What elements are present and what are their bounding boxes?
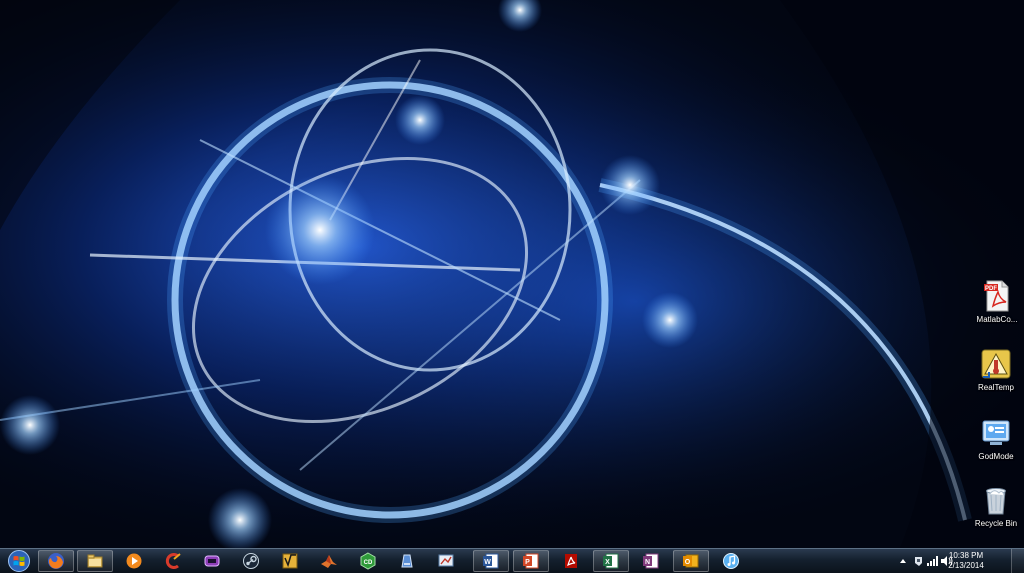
clock-time: 10:38 PM: [948, 551, 984, 560]
taskbar-app-game-controller[interactable]: [194, 550, 230, 572]
taskbar-app-onenote[interactable]: N: [633, 550, 669, 572]
mathcad-icon: [282, 553, 298, 569]
desktop-icon-label: RealTemp: [977, 383, 1014, 392]
desktop-icon-label: Recycle Bin: [974, 519, 1018, 528]
desktop-icon-label: GodMode: [978, 452, 1014, 461]
system-tray: 10:38 PM 2/13/2014: [894, 549, 1024, 573]
tray-action-center[interactable]: [912, 553, 926, 569]
desktop-icon-godmode[interactable]: GodMode: [961, 417, 1024, 461]
svg-text:P: P: [525, 559, 530, 566]
action-center-icon: [915, 557, 922, 566]
taskbar-app-outlook[interactable]: O: [673, 550, 709, 572]
firefox-icon: [48, 553, 64, 569]
itunes-icon: [723, 553, 739, 569]
word-icon: W: [483, 553, 499, 569]
taskbar-app-steam[interactable]: [233, 550, 269, 572]
presentation-app-icon: [438, 554, 454, 567]
taskbar: CD W P X N O 10:38 PM 2/13/2014: [0, 548, 1024, 573]
show-hidden-icons-arrow-icon: [900, 559, 906, 563]
taskbar-app-presentation[interactable]: [428, 550, 464, 572]
taskbar-app-firefox[interactable]: [38, 550, 74, 572]
show-desktop-button[interactable]: [1011, 549, 1024, 573]
desktop-icon-realtemp[interactable]: RealTemp: [961, 348, 1024, 392]
taskbar-clock[interactable]: 10:38 PM 2/13/2014: [938, 551, 994, 571]
taskbar-app-media-player[interactable]: [116, 550, 152, 572]
taskbar-app-itunes[interactable]: [713, 550, 749, 572]
show-hidden-icons-button[interactable]: [896, 553, 910, 569]
steam-icon: [243, 553, 259, 569]
svg-text:N: N: [645, 559, 650, 566]
taskbar-app-acrobat[interactable]: [553, 550, 589, 572]
taskbar-app-word[interactable]: W: [473, 550, 509, 572]
ccleaner-icon: [165, 553, 181, 569]
taskbar-app-matlab[interactable]: [311, 550, 347, 572]
acrobat-icon: [565, 554, 577, 568]
desktop-wallpaper: [0, 0, 1024, 548]
file-explorer-icon: [87, 554, 103, 568]
realtemp-icon: [981, 349, 1011, 379]
taskbar-app-excel[interactable]: X: [593, 550, 629, 572]
desktop-icon-recycle-bin[interactable]: Recycle Bin: [961, 484, 1024, 528]
outlook-icon: O: [683, 554, 699, 568]
svg-text:X: X: [605, 559, 610, 566]
desktop-icon-label: MatlabCo...: [976, 315, 1018, 324]
taskbar-app-file-explorer[interactable]: [77, 550, 113, 572]
recycle-bin-icon: [986, 488, 1006, 515]
excel-icon: X: [603, 553, 619, 569]
windows-start-icon: [7, 550, 30, 572]
taskbar-app-ccleaner[interactable]: [155, 550, 191, 572]
svg-text:CD: CD: [364, 560, 373, 566]
media-player-icon: [126, 553, 142, 569]
game-controller-icon: [204, 555, 220, 567]
clock-date: 2/13/2014: [948, 561, 984, 570]
onenote-icon: N: [643, 553, 659, 569]
control-panel-icon: [982, 420, 1010, 445]
powerpoint-icon: P: [523, 553, 539, 569]
cd-burner-icon: CD: [360, 552, 376, 570]
drive-icon: [401, 554, 413, 568]
matlab-icon: [321, 555, 337, 568]
svg-text:O: O: [685, 559, 691, 566]
taskbar-app-cd-burner[interactable]: CD: [350, 550, 386, 572]
start-button[interactable]: [2, 549, 35, 573]
pdf-file-icon: PDF: [984, 280, 1009, 312]
taskbar-app-mathcad[interactable]: [272, 550, 308, 572]
taskbar-app-powerpoint[interactable]: P: [513, 550, 549, 572]
svg-text:W: W: [484, 559, 491, 566]
taskbar-app-drive[interactable]: [389, 550, 425, 572]
svg-text:PDF: PDF: [985, 286, 997, 292]
desktop-icon-matlabco[interactable]: PDF MatlabCo...: [962, 280, 1024, 324]
